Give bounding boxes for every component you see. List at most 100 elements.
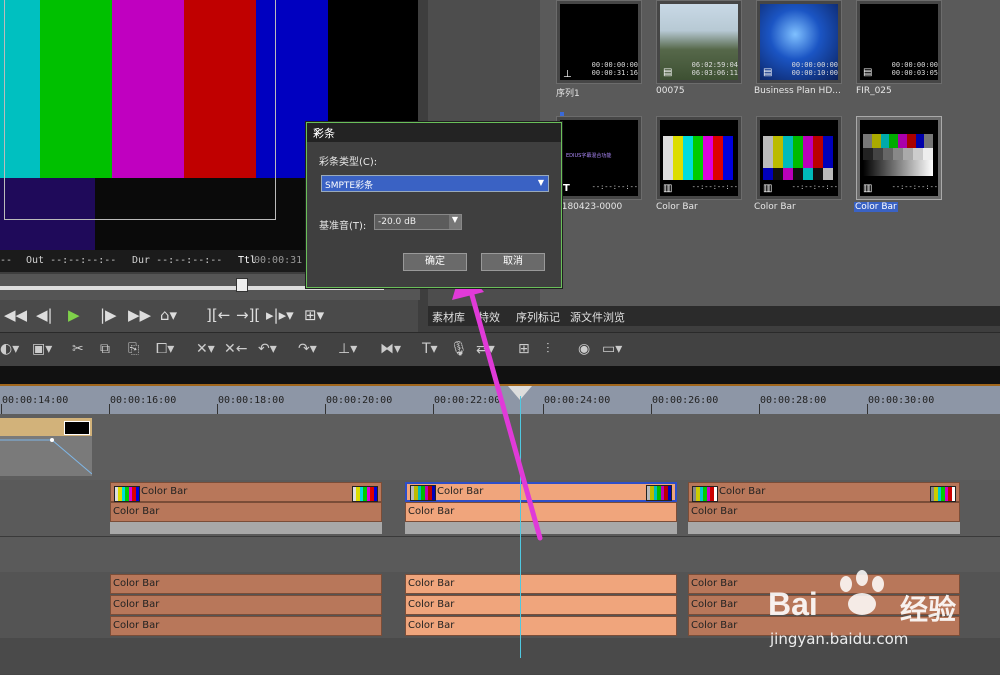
clip-color-bar-audio[interactable]: Color Bar	[405, 595, 677, 615]
overwrite-icon[interactable]: ⊞▾	[304, 306, 324, 324]
clip-thumb	[352, 486, 378, 502]
clip-color-bar-audio[interactable]: Color Bar	[110, 616, 382, 636]
mark-in-icon[interactable]: ][←	[206, 306, 230, 324]
type-select[interactable]: SMPTE彩条 ▼	[321, 175, 549, 192]
clip-color-bar-audio[interactable]: Color Bar	[405, 574, 677, 594]
scrub-handle[interactable]	[236, 278, 248, 292]
layout-icon[interactable]: ▭▾	[602, 341, 622, 357]
film-icon: ▤	[763, 67, 773, 78]
thumb-timecode: --:--:--:--	[691, 183, 738, 191]
clip-label: Color Bar	[113, 620, 160, 631]
tab-source-browser[interactable]: 源文件浏览	[570, 309, 625, 325]
safe-area-frame	[4, 0, 276, 220]
clip-color-bar-audio[interactable]: Color Bar	[110, 595, 382, 615]
dialog-titlebar[interactable]: 彩条 ×	[307, 123, 561, 142]
bin-item[interactable]: ⊥ 00:00:00:00 00:00:31:16	[556, 0, 642, 84]
redo-icon[interactable]: ↷▾	[298, 341, 317, 357]
paw-logo	[840, 570, 884, 615]
ruler-tick	[217, 404, 218, 414]
bin-item[interactable]: ▥ --:--:--:--	[656, 116, 742, 200]
ruler-label: 00:00:28:00	[760, 395, 827, 406]
clip-color-bar[interactable]: Color Bar	[110, 482, 382, 502]
type-label: 彩条类型(C):	[319, 157, 378, 168]
play-icon[interactable]: ▶	[68, 306, 80, 324]
colorbar-thumb-ramp	[863, 160, 933, 176]
clip-color-bar[interactable]: Color Bar	[688, 482, 960, 502]
clip-color-bar-audio[interactable]: Color Bar	[110, 574, 382, 594]
cut-icon[interactable]: ✂	[72, 341, 84, 357]
chevron-down-icon: ▼	[449, 215, 461, 229]
ruler-tick	[1, 404, 2, 414]
mark-out-icon[interactable]: →][	[236, 306, 260, 324]
clip-color-bar-audio[interactable]: Color Bar	[688, 502, 960, 522]
copy-icon[interactable]: ⧉	[100, 341, 110, 357]
chevron-down-icon: ▼	[537, 178, 544, 187]
status-dot	[560, 112, 564, 116]
thumb-timecode: 06:03:06:11	[691, 69, 738, 77]
loop-icon[interactable]: ⌂▾	[160, 306, 177, 324]
ruler-label: 00:00:16:00	[110, 395, 177, 406]
clip-label: Color Bar	[691, 620, 738, 631]
color-bar-dialog: 彩条 × 彩条类型(C): SMPTE彩条 ▼ 基准音(T): -20.0 dB…	[306, 122, 562, 288]
sequence-icon: ⊥	[563, 69, 572, 80]
delete-icon[interactable]: ✕▾	[196, 341, 215, 357]
step-forward-icon[interactable]: |▶	[100, 306, 117, 324]
clip-thumb	[114, 486, 140, 502]
film-icon: ▤	[663, 67, 673, 78]
bin-item[interactable]: ▥ --:--:--:--	[756, 116, 842, 200]
clip-thumb	[646, 485, 672, 501]
fast-forward-icon[interactable]: ▶▶	[128, 306, 151, 324]
colorbar-icon: ▥	[863, 183, 873, 194]
step-back-icon[interactable]: ◀|	[36, 306, 53, 324]
bin-item[interactable]: ▤ 00:00:00:00 00:00:10:00	[756, 0, 842, 84]
bin-item[interactable]: EDIUS字幕混合功能 T --:--:--:--	[556, 112, 642, 200]
save-icon[interactable]: ▣▾	[32, 341, 52, 357]
annotation-arrow	[452, 266, 543, 541]
title-tool-icon[interactable]: T▾	[422, 341, 438, 357]
watermark-brand: Bai	[768, 586, 818, 622]
cancel-button[interactable]: 取消	[481, 253, 545, 271]
thumb-timecode: 00:00:00:00	[591, 61, 638, 69]
clip-title[interactable]	[0, 418, 92, 436]
watermark-brand-cn: 经验	[900, 593, 957, 626]
rewind-icon[interactable]: ◀◀	[4, 306, 27, 324]
transition-icon[interactable]: ⧓▾	[380, 341, 401, 357]
clip-color-bar-audio[interactable]: Color Bar	[405, 616, 677, 636]
undo-icon[interactable]: ↶▾	[258, 341, 277, 357]
bin-item[interactable]: ▤ 06:02:59:04 06:03:06:11	[656, 0, 742, 84]
thumb-timecode: 00:00:10:00	[791, 69, 838, 77]
close-icon[interactable]: ×	[313, 125, 556, 138]
ref-tone-select[interactable]: -20.0 dB ▼	[374, 214, 462, 230]
clip-label: Color Bar	[719, 486, 766, 497]
clip-thumb	[410, 485, 436, 501]
colorbar-thumb	[663, 136, 733, 180]
ripple-delete-icon[interactable]: ✕←	[224, 341, 247, 357]
split-icon[interactable]: ⊥▾	[338, 341, 357, 357]
clip-color-bar-audio[interactable]: Color Bar	[110, 502, 382, 522]
ruler-label: 00:00:18:00	[218, 395, 285, 406]
ttl-timecode: 00:00:31	[254, 255, 303, 266]
thumb-timecode: 00:00:00:00	[791, 61, 838, 69]
bin-item[interactable]: ▤ 00:00:00:00 00:00:03:05	[856, 0, 942, 84]
settings-icon[interactable]: ◐▾	[0, 341, 19, 357]
clip-label: Color Bar	[408, 599, 455, 610]
thumb-timecode: 00:00:03:05	[891, 69, 938, 77]
ruler-tick	[109, 404, 110, 414]
ruler-label: 00:00:20:00	[326, 395, 393, 406]
ruler-label: 00:00:14:00	[2, 395, 69, 406]
replace-icon[interactable]: ⧠▾	[156, 341, 174, 357]
timer-icon[interactable]: ◉	[578, 341, 590, 357]
clip-label: Color Bar	[113, 578, 160, 589]
clip-label: Color Bar	[113, 506, 160, 517]
bin-item-label: Color Bar	[656, 202, 698, 212]
bin-item-selected[interactable]: ▥ --:--:--:--	[856, 116, 942, 200]
asset-bin-grid: ⊥ 00:00:00:00 00:00:31:16 序列1 ▤ 06:02:59:…	[540, 0, 1000, 306]
ok-button[interactable]: 确定	[403, 253, 467, 271]
bin-item-label: 00075	[656, 86, 685, 96]
paste-icon[interactable]: ⎘	[128, 341, 139, 357]
opacity-line	[0, 438, 92, 475]
insert-icon[interactable]: ▸|▸▾	[266, 306, 294, 324]
ruler-tick	[759, 404, 760, 414]
clip-label: Color Bar	[691, 506, 738, 517]
bin-item-label: 序列1	[556, 89, 580, 99]
